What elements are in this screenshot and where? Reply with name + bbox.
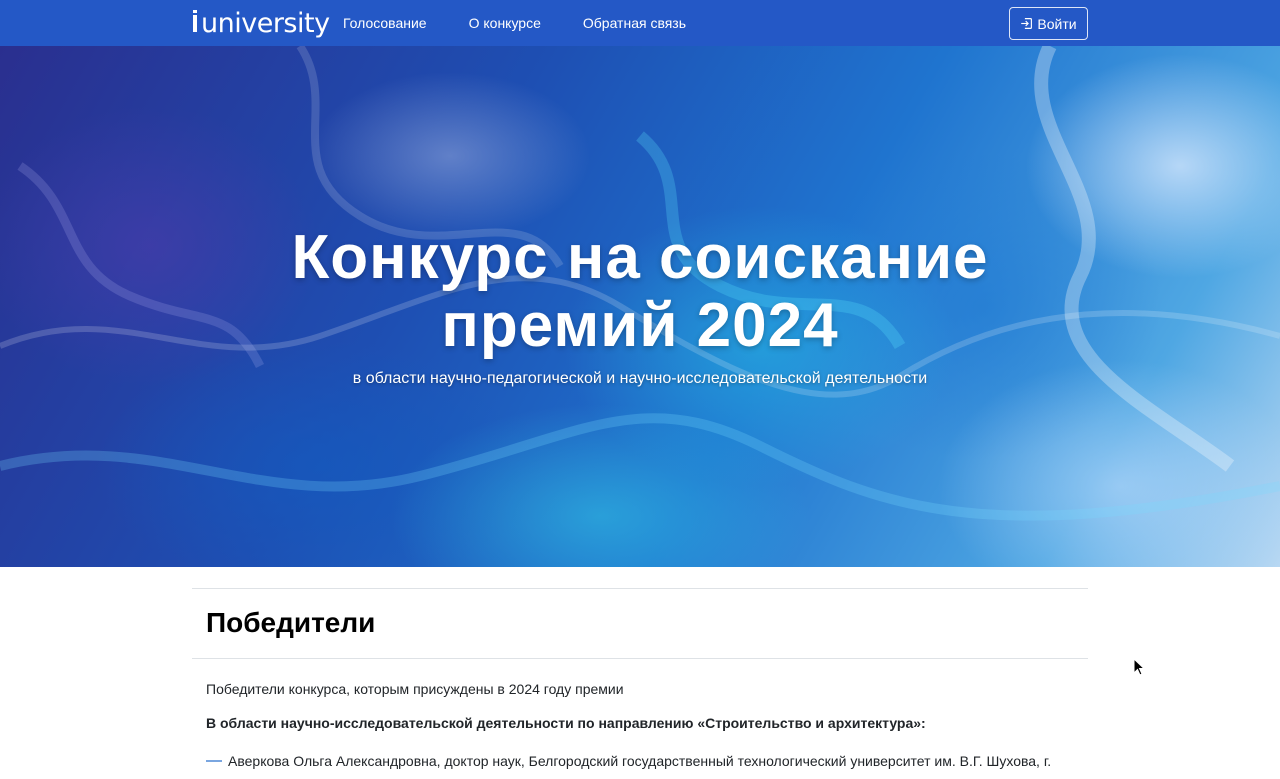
list-item: Аверкова Ольга Александровна, доктор нау… [206,753,1051,769]
nav-link-about[interactable]: О конкурсе [469,15,541,31]
hero-banner: Конкурс на соискание премий 2024 в облас… [0,46,1280,567]
nav-link-voting[interactable]: Голосование [343,15,427,31]
login-button-label: Войти [1037,15,1077,32]
logo-mark-icon [193,10,197,32]
brand-name: university [201,7,330,39]
sign-in-icon [1021,18,1033,29]
main-nav: Голосование О конкурсе Обратная связь [343,0,728,46]
divider-top [192,588,1088,589]
hero-title-line-2: премий 2024 [441,291,839,360]
hero-subtitle: в области научно-педагогической и научно… [352,370,928,387]
divider-middle [192,658,1088,659]
winners-intro: Победители конкурса, которым присуждены … [206,681,624,697]
top-navbar: university Голосование О конкурсе Обратн… [0,0,1280,46]
winner-text: Аверкова Ольга Александровна, доктор нау… [228,753,1052,769]
winners-heading: Победители [206,607,376,638]
nav-link-feedback[interactable]: Обратная связь [583,15,686,31]
hero-title: Конкурс на соискание премий 2024 [0,224,1280,360]
dash-bullet-icon [206,760,222,762]
login-button[interactable]: Войти [1009,7,1088,40]
brand-logo[interactable]: university [192,6,330,40]
mouse-cursor-icon [1133,658,1145,676]
category-title: В области научно-исследовательской деяте… [206,715,926,731]
hero-title-line-1: Конкурс на соискание [291,223,989,292]
